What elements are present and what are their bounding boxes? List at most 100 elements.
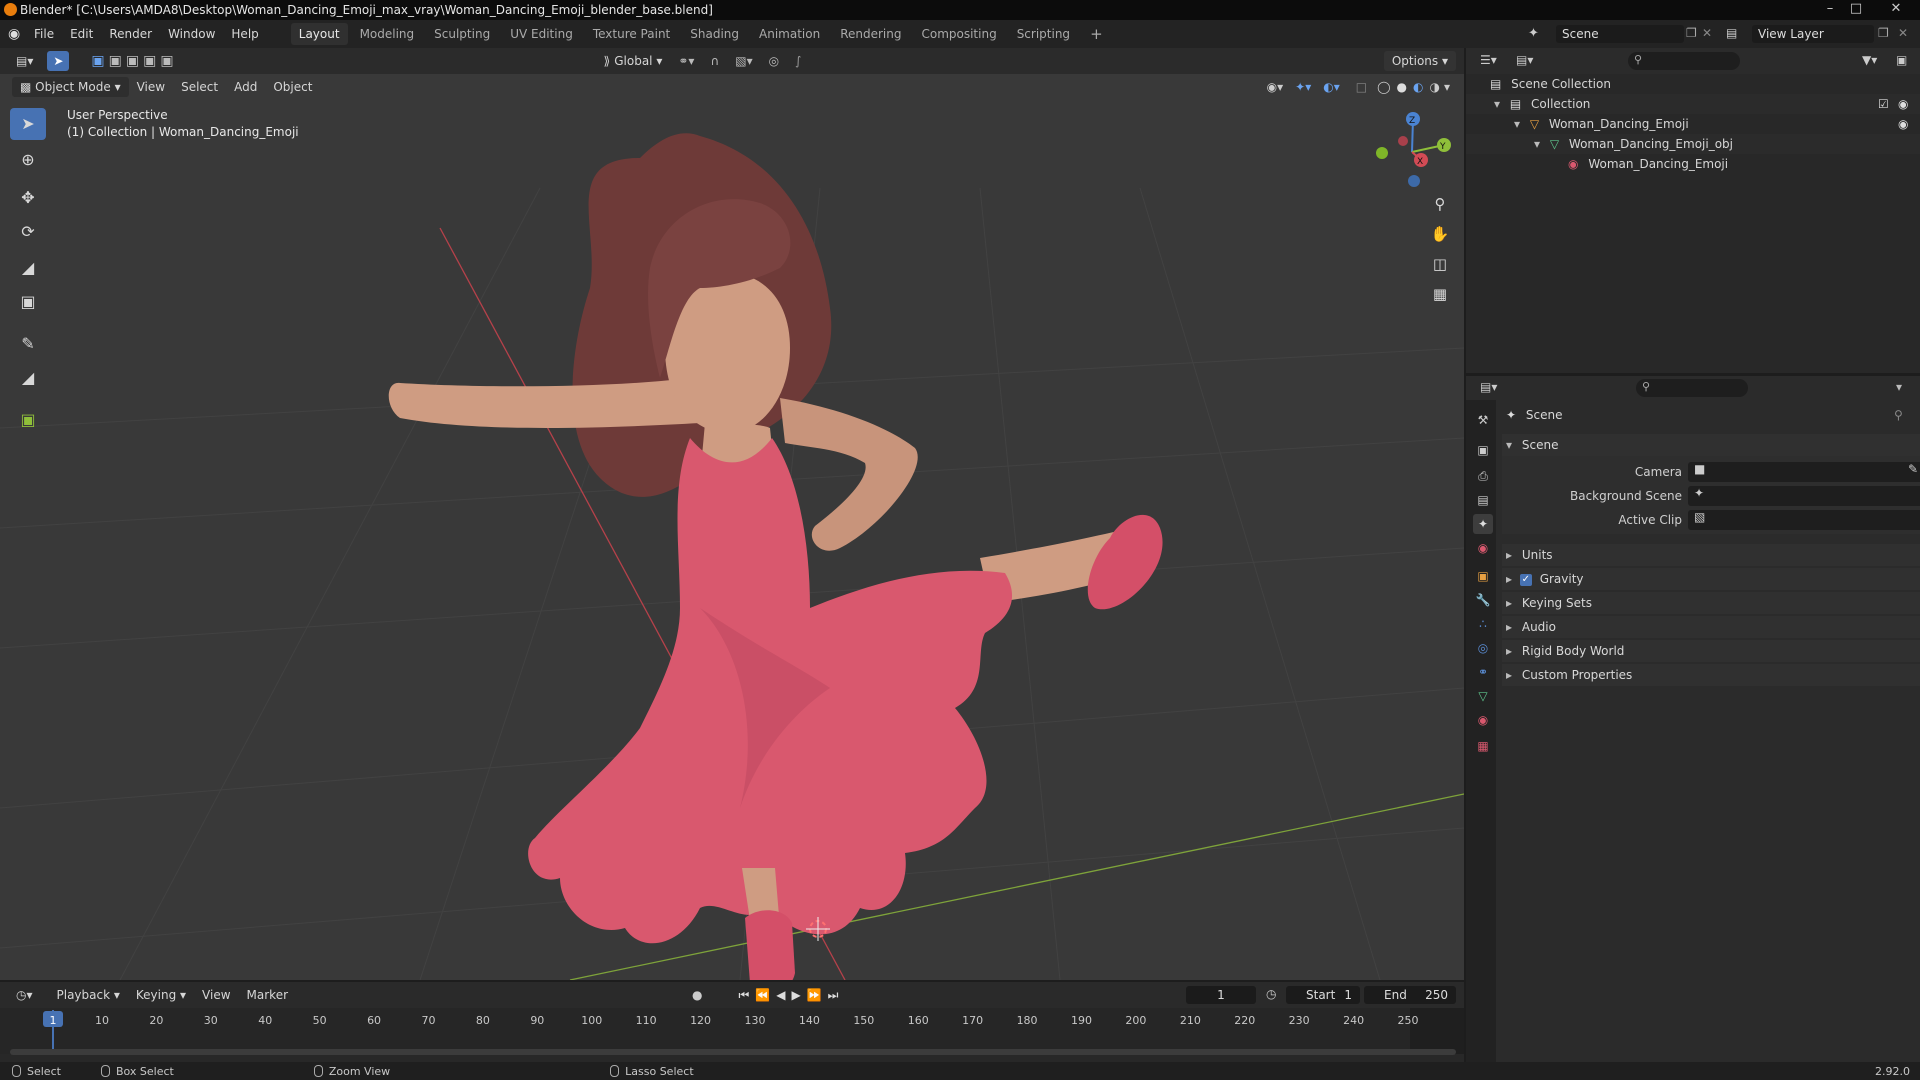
gizmo-neg-x[interactable]: [1398, 136, 1408, 146]
snap-icon[interactable]: ∩: [702, 51, 727, 71]
audio-panel-header[interactable]: ▸ Audio: [1502, 616, 1920, 638]
tab-animation[interactable]: Animation: [751, 23, 828, 45]
3d-viewport[interactable]: Z Y X ▤▾ ➤ ▣ ▣ ▣ ▣ ▣ ⟫ Global ▾ ⚭▾ ∩ ▧▾ …: [0, 48, 1464, 980]
collection-visibility-eye-icon[interactable]: ◉: [1898, 94, 1908, 114]
menu-edit[interactable]: Edit: [62, 20, 101, 48]
zoom-icon[interactable]: ⚲: [1427, 191, 1453, 217]
close-button[interactable]: ✕: [1878, 0, 1914, 18]
select-box-tool-icon[interactable]: ➤: [10, 108, 46, 140]
properties-editor[interactable]: ▤▾ ⚲ ▾ ⚒ ▣ ⎙ ▤ ✦ ◉ ▣ 🔧 ∴ ◎ ⚭ ▽ ◉ ▦ ✦ Sce…: [1466, 376, 1920, 1062]
pan-hand-icon[interactable]: ✋: [1427, 221, 1453, 247]
physics-tab-icon[interactable]: ◎: [1473, 638, 1493, 658]
maximize-button[interactable]: □: [1844, 0, 1868, 18]
auto-keying-icon[interactable]: ●: [692, 988, 702, 1002]
camera-field[interactable]: ■ ✎: [1688, 462, 1920, 482]
timeline-scrollbar[interactable]: [10, 1049, 1456, 1055]
tab-uv-editing[interactable]: UV Editing: [502, 23, 581, 45]
viewport-menu-select[interactable]: Select: [173, 77, 226, 97]
output-tab-icon[interactable]: ⎙: [1473, 466, 1493, 486]
measure-tool-icon[interactable]: ◢: [10, 362, 46, 394]
end-frame-field[interactable]: End 250: [1364, 986, 1456, 1004]
world-tab-icon[interactable]: ◉: [1473, 538, 1493, 558]
new-scene-icon[interactable]: ❐: [1686, 26, 1697, 40]
proportional-edit-icon[interactable]: ◎: [761, 51, 787, 71]
xray-toggle-icon[interactable]: □: [1356, 80, 1367, 94]
menu-render[interactable]: Render: [101, 20, 160, 48]
pivot-point-icon[interactable]: ⚭▾: [670, 51, 702, 71]
tab-shading[interactable]: Shading: [682, 23, 747, 45]
properties-editor-type-icon[interactable]: ▤▾: [1480, 380, 1497, 394]
eyedropper-icon[interactable]: ✎: [1908, 462, 1918, 476]
menu-window[interactable]: Window: [160, 20, 223, 48]
rendered-shading-icon[interactable]: ◑: [1429, 80, 1439, 94]
outliner-row-scene-collection[interactable]: ▤ Scene Collection: [1466, 74, 1920, 94]
outliner-editor-type-icon[interactable]: ☰▾: [1480, 53, 1497, 67]
delete-scene-icon[interactable]: ✕: [1702, 26, 1712, 40]
custom-properties-panel-header[interactable]: ▸ Custom Properties: [1502, 664, 1920, 686]
scene-panel-header[interactable]: ▾ Scene: [1502, 434, 1920, 456]
pin-icon[interactable]: ⚲: [1894, 408, 1903, 422]
menu-file[interactable]: File: [26, 20, 62, 48]
material-tab-icon[interactable]: ◉: [1473, 710, 1493, 730]
scene-selector[interactable]: Scene: [1556, 25, 1684, 43]
expand-arrow-icon[interactable]: ▾: [1534, 137, 1540, 151]
scene-tab-icon[interactable]: ✦: [1473, 514, 1493, 534]
outliner-search-input[interactable]: ⚲: [1628, 52, 1740, 70]
tab-compositing[interactable]: Compositing: [913, 23, 1004, 45]
select-cursor-icon[interactable]: ➤: [47, 51, 70, 71]
particles-tab-icon[interactable]: ∴: [1473, 614, 1493, 634]
select-mode-new-icon[interactable]: ▣: [91, 53, 104, 69]
object-mode-dropdown[interactable]: ▩ Object Mode ▾: [12, 77, 129, 97]
outliner-row-object[interactable]: ▾ ▽ Woman_Dancing_Emoji ◉: [1466, 114, 1920, 134]
properties-search-input[interactable]: ⚲: [1636, 379, 1748, 397]
viewport-menu-view[interactable]: View: [129, 77, 173, 97]
add-cube-tool-icon[interactable]: ▣: [10, 404, 46, 436]
timeline-editor-type-icon[interactable]: ◷▾: [8, 985, 41, 1005]
tool-tab-icon[interactable]: ⚒: [1473, 410, 1493, 430]
tab-layout[interactable]: Layout: [290, 23, 348, 45]
view-layer-tab-icon[interactable]: ▤: [1473, 490, 1493, 510]
add-workspace-button[interactable]: +: [1082, 23, 1111, 45]
rigid-body-world-panel-header[interactable]: ▸ Rigid Body World: [1502, 640, 1920, 662]
render-tab-icon[interactable]: ▣: [1473, 440, 1493, 460]
select-mode-extend-icon[interactable]: ▣: [109, 53, 122, 69]
tab-texture-paint[interactable]: Texture Paint: [585, 23, 678, 45]
new-viewlayer-icon[interactable]: ❐: [1878, 26, 1889, 40]
collection-exclude-checkbox[interactable]: ☑: [1878, 94, 1889, 114]
keying-sets-panel-header[interactable]: ▸ Keying Sets: [1502, 592, 1920, 614]
background-scene-field[interactable]: ✦: [1688, 486, 1920, 506]
active-clip-field[interactable]: ▧: [1688, 510, 1920, 530]
overlay-toggle-icon[interactable]: ◐▾: [1323, 80, 1340, 94]
cursor-tool-icon[interactable]: ⊕: [10, 144, 46, 176]
viewport-menu-add[interactable]: Add: [226, 77, 265, 97]
material-shading-icon[interactable]: ◐: [1413, 80, 1423, 94]
scale-tool-icon[interactable]: ◢: [10, 252, 46, 284]
tab-scripting[interactable]: Scripting: [1009, 23, 1078, 45]
select-mode-subtract-icon[interactable]: ▣: [126, 53, 139, 69]
outliner-row-mesh[interactable]: ▾ ▽ Woman_Dancing_Emoji_obj: [1466, 134, 1920, 154]
solid-shading-icon[interactable]: ●: [1397, 80, 1407, 94]
constraints-tab-icon[interactable]: ⚭: [1473, 662, 1493, 682]
display-mode-icon[interactable]: ▤▾: [1516, 53, 1533, 67]
texture-tab-icon[interactable]: ▦: [1473, 736, 1493, 756]
object-tab-icon[interactable]: ▣: [1473, 566, 1493, 586]
outliner-row-material[interactable]: ◉ Woman_Dancing_Emoji: [1466, 154, 1920, 174]
annotate-tool-icon[interactable]: ✎: [10, 328, 46, 360]
properties-options-icon[interactable]: ▾: [1896, 380, 1902, 394]
proportional-falloff-icon[interactable]: ∫: [787, 51, 809, 71]
current-frame-field[interactable]: 1: [1186, 986, 1256, 1004]
options-dropdown[interactable]: Options ▾: [1383, 51, 1456, 71]
data-tab-icon[interactable]: ▽: [1473, 686, 1493, 706]
editor-type-icon[interactable]: ▤▾: [8, 51, 41, 71]
rotate-tool-icon[interactable]: ⟳: [10, 216, 46, 248]
tab-modeling[interactable]: Modeling: [352, 23, 423, 45]
select-mode-invert-icon[interactable]: ▣: [143, 53, 156, 69]
timeline-menu-playback[interactable]: Playback ▾: [49, 985, 128, 1005]
timeline-menu-view[interactable]: View: [194, 985, 238, 1005]
blender-menu-icon[interactable]: ◉: [8, 26, 26, 42]
expand-arrow-icon[interactable]: ▾: [1494, 97, 1500, 111]
start-frame-field[interactable]: Start 1: [1286, 986, 1360, 1004]
timeline-editor[interactable]: ◷▾ Playback ▾ Keying ▾ View Marker ● ⏮⏪◀…: [0, 982, 1464, 1066]
snap-target-icon[interactable]: ▧▾: [727, 51, 760, 71]
clock-icon[interactable]: ◷: [1266, 987, 1276, 1001]
